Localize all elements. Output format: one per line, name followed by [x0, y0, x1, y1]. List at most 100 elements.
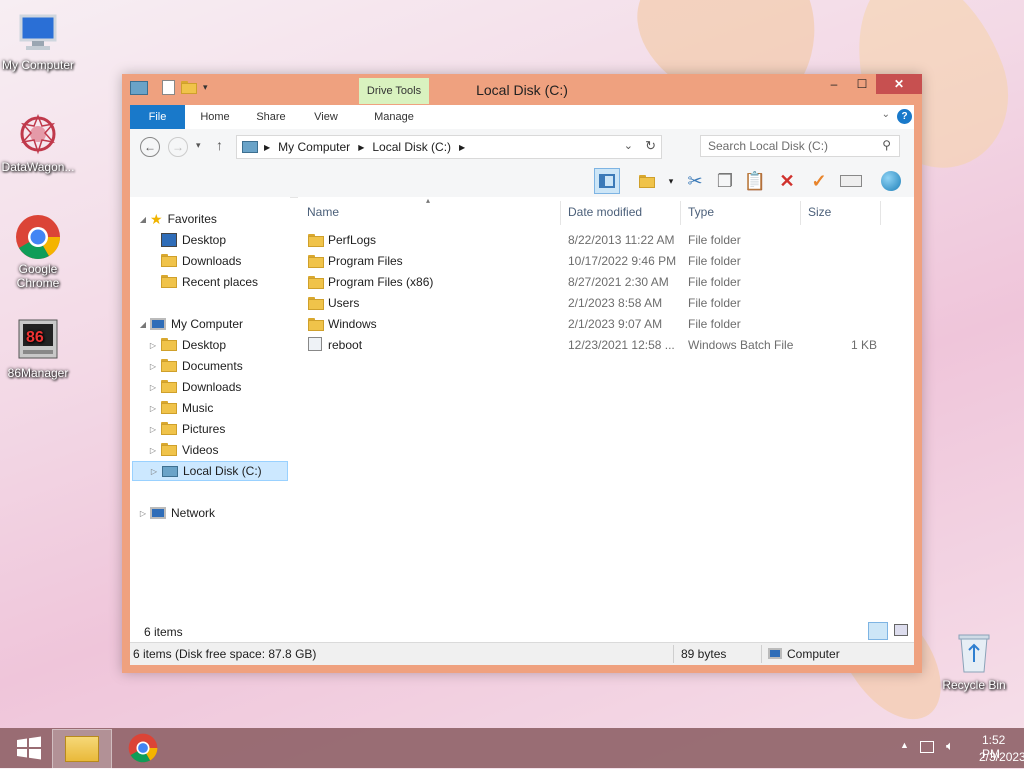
column-divider[interactable]: [680, 201, 681, 225]
folder-icon: [308, 255, 324, 268]
start-button[interactable]: [0, 729, 58, 767]
column-header-name[interactable]: Name: [307, 205, 557, 225]
sort-indicator-icon: ▴: [426, 196, 431, 205]
close-button[interactable]: ✕: [876, 74, 922, 94]
folder-icon: [161, 380, 177, 394]
address-row: ← → ▾ ↑ ▶ My Computer ▶ Local Disk (C:) …: [130, 129, 914, 165]
refresh-icon[interactable]: ↻: [645, 138, 656, 154]
delete-icon[interactable]: ✕: [774, 168, 800, 194]
file-date: 8/27/2021 2:30 AM: [568, 275, 669, 289]
explorer-window: ▾ Drive Tools Local Disk (C:) – ☐ ✕ File…: [122, 74, 922, 673]
nav-pc-videos[interactable]: ▷ Videos: [148, 440, 218, 460]
column-header-size[interactable]: Size: [808, 205, 868, 225]
table-row[interactable]: PerfLogs 8/22/2013 11:22 AM File folder: [298, 230, 898, 250]
tab-home[interactable]: Home: [192, 105, 238, 129]
desktop-icon-chrome[interactable]: Google Chrome: [0, 214, 78, 290]
breadcrumb-local-disk[interactable]: Local Disk (C:): [372, 140, 451, 154]
rename-check-icon[interactable]: ✓: [806, 168, 832, 194]
file-type: File folder: [688, 254, 741, 268]
folder-icon: [161, 422, 177, 436]
paste-icon[interactable]: 📋: [742, 168, 768, 194]
search-input[interactable]: Search Local Disk (C:) ⚲: [700, 135, 900, 157]
nav-fav-downloads[interactable]: Downloads: [158, 251, 241, 271]
collapsed-arrow-icon[interactable]: ▷: [149, 467, 159, 476]
volume-icon[interactable]: 🔈︎: [946, 738, 954, 754]
collapsed-arrow-icon[interactable]: ▷: [148, 341, 158, 350]
breadcrumb-my-computer[interactable]: My Computer: [278, 140, 350, 154]
minimize-button[interactable]: –: [820, 74, 848, 94]
title-bar[interactable]: ▾ Drive Tools Local Disk (C:) – ☐ ✕: [122, 74, 922, 104]
svg-text:86: 86: [26, 329, 44, 346]
large-icons-view-icon[interactable]: [894, 624, 908, 636]
desktop-icon-my-computer[interactable]: My Computer: [0, 10, 78, 72]
column-divider[interactable]: [880, 201, 881, 225]
nav-pc-pictures[interactable]: ▷ Pictures: [148, 419, 225, 439]
column-header-type[interactable]: Type: [688, 205, 798, 225]
show-hidden-icons-icon[interactable]: ▲: [900, 740, 909, 750]
nav-pc-local-disk[interactable]: ▷ Local Disk (C:): [132, 461, 288, 481]
expanded-arrow-icon[interactable]: ◢: [138, 215, 148, 224]
collapsed-arrow-icon[interactable]: ▷: [148, 362, 158, 371]
item-count: 6 items: [144, 625, 183, 639]
cut-icon[interactable]: ✂: [682, 168, 708, 194]
computer-icon: [768, 648, 782, 659]
clock-date[interactable]: 2/3/2023: [979, 750, 1024, 764]
globe-icon[interactable]: [878, 168, 904, 194]
table-row[interactable]: Program Files (x86) 8/27/2021 2:30 AM Fi…: [298, 272, 898, 292]
recent-locations-icon[interactable]: ▾: [196, 140, 201, 151]
taskbar-file-explorer[interactable]: [52, 729, 112, 769]
nav-fav-desktop[interactable]: Desktop: [158, 230, 226, 250]
address-dropdown-icon[interactable]: ⌄: [624, 139, 633, 152]
expanded-arrow-icon[interactable]: ◢: [138, 320, 148, 329]
desktop-icon-datawagon[interactable]: DataWagon...: [0, 112, 78, 174]
desktop-icon-86manager[interactable]: 86 86Manager: [0, 318, 78, 380]
nav-pc-desktop[interactable]: ▷ Desktop: [148, 335, 226, 355]
ribbon-collapse-icon[interactable]: ⌄: [882, 109, 890, 120]
help-icon[interactable]: ?: [897, 109, 912, 124]
tab-view[interactable]: View: [306, 105, 346, 129]
status-size: 89 bytes: [681, 647, 727, 661]
collapsed-arrow-icon[interactable]: ▷: [148, 383, 158, 392]
table-row[interactable]: Users 2/1/2023 8:58 AM File folder: [298, 293, 898, 313]
column-divider[interactable]: [560, 201, 561, 225]
up-button[interactable]: ↑: [216, 137, 223, 153]
column-header-date[interactable]: Date modified: [568, 205, 678, 225]
column-divider[interactable]: [800, 201, 801, 225]
tab-share[interactable]: Share: [248, 105, 294, 129]
nav-favorites[interactable]: ◢ ★ Favorites: [138, 209, 217, 229]
tab-manage[interactable]: Manage: [363, 105, 425, 129]
maximize-button[interactable]: ☐: [848, 74, 876, 94]
collapsed-arrow-icon[interactable]: ▷: [148, 446, 158, 455]
collapsed-arrow-icon[interactable]: ▷: [138, 509, 148, 518]
table-row[interactable]: Program Files 10/17/2022 9:46 PM File fo…: [298, 251, 898, 271]
collapsed-arrow-icon[interactable]: ▷: [148, 404, 158, 413]
nav-pc-documents[interactable]: ▷ Documents: [148, 356, 243, 376]
collapsed-arrow-icon[interactable]: ▷: [148, 425, 158, 434]
nav-network[interactable]: ▷ Network: [138, 503, 215, 523]
nav-pc-music[interactable]: ▷ Music: [148, 398, 213, 418]
file-date: 2/1/2023 8:58 AM: [568, 296, 663, 310]
table-row[interactable]: Windows 2/1/2023 9:07 AM File folder: [298, 314, 898, 334]
desktop-icon-recycle-bin[interactable]: Recycle Bin: [934, 630, 1014, 692]
nav-label: Desktop: [182, 233, 227, 247]
nav-label: Favorites: [167, 212, 217, 226]
desktop-icon-label: Google Chrome: [16, 262, 60, 290]
preview-pane-icon[interactable]: [594, 168, 620, 194]
tab-file[interactable]: File: [130, 105, 185, 129]
nav-my-computer[interactable]: ◢ My Computer: [138, 314, 243, 334]
table-row[interactable]: reboot 12/23/2021 12:58 ... Windows Batc…: [298, 335, 898, 355]
select-all-icon[interactable]: [634, 168, 660, 194]
nav-pc-downloads[interactable]: ▷ Downloads: [148, 377, 241, 397]
copy-icon[interactable]: ❐: [712, 168, 738, 194]
back-button[interactable]: ←: [140, 137, 160, 157]
taskbar-chrome[interactable]: [114, 729, 172, 767]
details-view-icon[interactable]: [868, 622, 888, 640]
address-bar[interactable]: ▶ My Computer ▶ Local Disk (C:) ▶ ⌄ ↻: [236, 135, 662, 159]
network-icon[interactable]: [920, 741, 934, 753]
desktop-icon-label: Recycle Bin: [942, 678, 1006, 692]
chevron-down-icon[interactable]: ▾: [658, 168, 684, 194]
nav-fav-recent-places[interactable]: Recent places: [158, 272, 258, 292]
forward-button[interactable]: →: [168, 137, 188, 157]
file-type: File folder: [688, 317, 741, 331]
rename-icon[interactable]: [838, 168, 864, 194]
